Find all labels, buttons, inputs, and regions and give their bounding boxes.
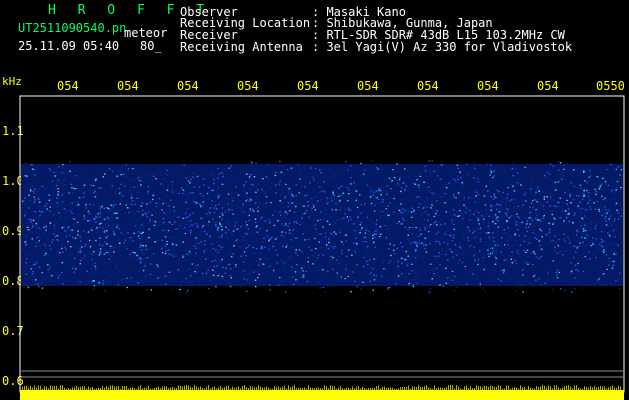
file-name: UT2511090540.pn [18, 21, 127, 35]
spectrogram [19, 95, 625, 400]
file-suffix: meteor [124, 26, 168, 40]
signal-strip [20, 390, 624, 400]
count-readout: 80_ [140, 39, 162, 53]
antenna-label: Receiving Antenna [180, 40, 303, 54]
noise-band [21, 164, 623, 286]
antenna-value: : 3el Yagi(V) Az 330 for Vladivostok [312, 40, 573, 54]
spectrogram-area: kHz 054 054 054 054 054 054 054 054 054 … [0, 72, 629, 400]
header: H R O F F T UT2511090540.pn meteor 25.11… [0, 0, 629, 72]
datetime: 25.11.09 05:40 [18, 39, 120, 53]
strip-specks [22, 385, 621, 391]
